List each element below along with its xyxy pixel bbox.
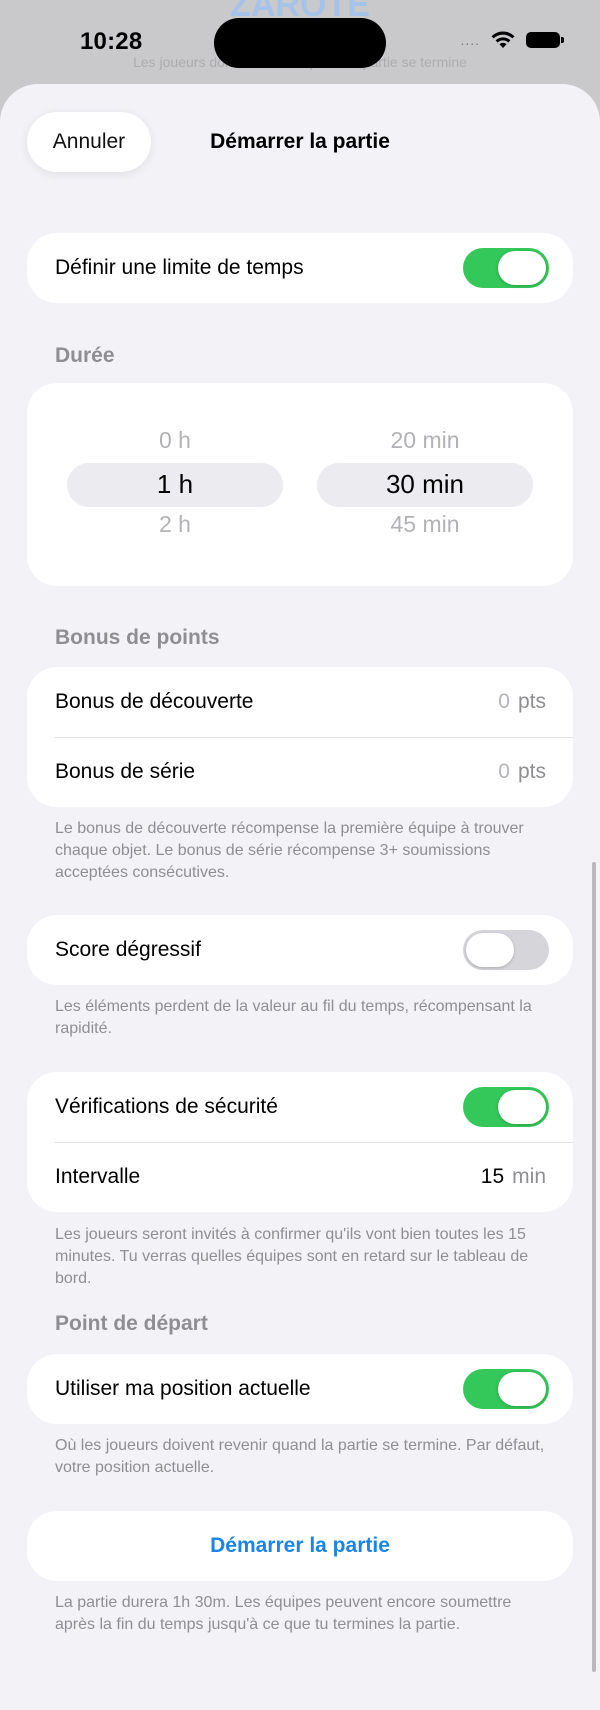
interval-value[interactable]: 15 min — [481, 1165, 546, 1189]
start-footnote: La partie durera 1h 30m. Les équipes peu… — [55, 1594, 512, 1633]
decay-toggle[interactable] — [463, 930, 549, 970]
start-game-button[interactable]: Démarrer la partie — [27, 1511, 573, 1581]
discovery-bonus-row[interactable]: Bonus de découverte 0 pts — [27, 667, 573, 737]
battery-icon — [526, 32, 564, 48]
hours-option-above[interactable]: 0 h — [67, 427, 283, 454]
start-game-sheet: Annuler Démarrer la partie Définir une l… — [0, 84, 600, 1710]
interval-number[interactable]: 15 — [481, 1165, 504, 1188]
hours-option-selected[interactable]: 1 h — [67, 469, 283, 500]
safety-row: Vérifications de sécurité — [27, 1072, 573, 1142]
safety-card: Vérifications de sécurité Intervalle 15 m… — [27, 1072, 573, 1212]
discovery-bonus-label: Bonus de découverte — [55, 690, 254, 713]
hours-option-below[interactable]: 2 h — [67, 511, 283, 538]
minutes-option-above[interactable]: 20 min — [317, 427, 533, 454]
start-point-footnote: Où les joueurs doivent revenir quand la … — [55, 1437, 545, 1476]
discovery-bonus-number[interactable]: 0 — [498, 690, 510, 713]
minutes-option-selected[interactable]: 30 min — [317, 469, 533, 500]
discovery-bonus-value[interactable]: 0 pts — [498, 690, 546, 714]
use-location-toggle[interactable] — [463, 1369, 549, 1409]
time-limit-toggle[interactable] — [463, 248, 549, 288]
bonus-footnote: Le bonus de découverte récompense la pre… — [55, 820, 524, 881]
wifi-icon — [491, 31, 515, 48]
time-limit-row: Définir une limite de temps — [27, 233, 573, 303]
safety-toggle[interactable] — [463, 1087, 549, 1127]
discovery-bonus-unit: pts — [517, 690, 546, 713]
sheet-title: Démarrer la partie — [210, 130, 390, 153]
use-location-label: Utiliser ma position actuelle — [55, 1377, 311, 1400]
decay-label: Score dégressif — [55, 938, 201, 961]
decay-footnote: Les éléments perdent de la valeur au fil… — [55, 998, 532, 1037]
decay-row: Score dégressif — [27, 915, 573, 985]
time-limit-label: Définir une limite de temps — [55, 256, 304, 279]
interval-unit: min — [512, 1165, 546, 1188]
toggle-knob — [498, 251, 546, 285]
streak-bonus-value[interactable]: 0 pts — [498, 760, 546, 784]
start-point-header: Point de départ — [55, 1312, 208, 1335]
duration-picker-card: 0 h 1 h 2 h 20 min 30 min 45 min — [27, 383, 573, 586]
scrollbar[interactable] — [592, 862, 596, 1672]
start-game-label: Démarrer la partie — [210, 1534, 390, 1557]
toggle-knob — [498, 1372, 546, 1406]
time-limit-card: Définir une limite de temps — [27, 233, 573, 303]
streak-bonus-row[interactable]: Bonus de série 0 pts — [27, 737, 573, 807]
start-point-card: Utiliser ma position actuelle — [27, 1354, 573, 1424]
interval-label: Intervalle — [55, 1165, 141, 1188]
decay-card: Score dégressif — [27, 915, 573, 985]
streak-bonus-label: Bonus de série — [55, 760, 196, 783]
bonus-card: Bonus de découverte 0 pts Bonus de série … — [27, 667, 573, 807]
minutes-option-below[interactable]: 45 min — [317, 511, 533, 538]
dynamic-island — [214, 18, 386, 68]
toggle-knob — [498, 1090, 546, 1124]
status-icons: .... — [460, 30, 564, 50]
duration-header: Durée — [55, 344, 115, 367]
interval-row[interactable]: Intervalle 15 min — [27, 1142, 573, 1212]
safety-label: Vérifications de sécurité — [55, 1095, 278, 1118]
signal-dots-icon: .... — [460, 32, 480, 48]
use-location-row: Utiliser ma position actuelle — [27, 1354, 573, 1424]
streak-bonus-number[interactable]: 0 — [498, 760, 510, 783]
toggle-knob — [466, 933, 514, 967]
status-time: 10:28 — [80, 28, 143, 55]
bonus-header: Bonus de points — [55, 626, 220, 649]
safety-footnote: Les joueurs seront invités à confirmer q… — [55, 1226, 529, 1287]
streak-bonus-unit: pts — [517, 760, 546, 783]
